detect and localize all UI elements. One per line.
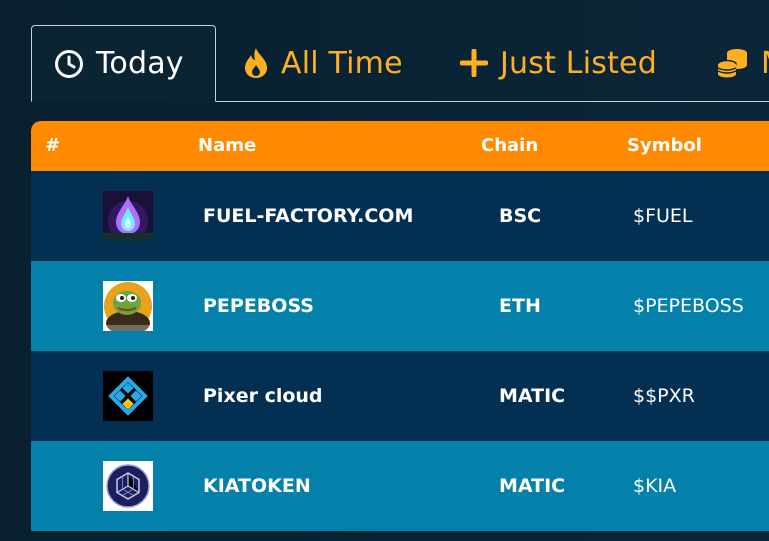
pixer-cloud-logo: [103, 371, 153, 421]
tab-all-time[interactable]: All Time: [243, 25, 403, 101]
flame-icon: [243, 47, 269, 79]
tab-all-time-label: All Time: [281, 45, 403, 81]
token-symbol: $KIA: [633, 475, 677, 497]
header-symbol[interactable]: Symbol: [627, 135, 702, 156]
plus-icon: [460, 49, 488, 77]
table-row[interactable]: Pixer cloud MATIC $$PXR: [31, 351, 769, 441]
token-name[interactable]: PEPEBOSS: [203, 295, 314, 317]
tab-bar: Today All Time Just Listed: [31, 25, 769, 102]
table-row[interactable]: PEPEBOSS ETH $PEPEBOSS: [31, 261, 769, 351]
tab-just-listed[interactable]: Just Listed: [460, 25, 657, 101]
header-rank[interactable]: #: [45, 135, 60, 156]
table-header: # Name Chain Symbol: [31, 121, 769, 171]
pepeboss-logo: [103, 281, 153, 331]
token-chain: ETH: [499, 295, 541, 317]
tab-today-label: Today: [96, 46, 184, 81]
token-table: # Name Chain Symbol FUEL-FACTORY.COM BSC…: [31, 121, 769, 541]
token-name[interactable]: FUEL-FACTORY.COM: [203, 205, 413, 227]
token-name[interactable]: KIATOKEN: [203, 475, 311, 497]
token-name[interactable]: Pixer cloud: [203, 385, 323, 407]
fuel-factory-logo: [103, 191, 153, 241]
tab-more-label: M: [761, 46, 769, 81]
clock-icon: [54, 49, 84, 79]
header-chain[interactable]: Chain: [481, 135, 538, 156]
table-row[interactable]: KIATOKEN MATIC $KIA: [31, 441, 769, 531]
tab-just-listed-label: Just Listed: [500, 45, 657, 81]
header-name[interactable]: Name: [198, 135, 256, 156]
token-chain: BSC: [499, 205, 542, 227]
coins-icon: [717, 47, 749, 79]
token-chain: MATIC: [499, 385, 566, 407]
token-symbol: $$PXR: [633, 385, 695, 407]
tab-more[interactable]: M: [717, 25, 769, 101]
token-symbol: $FUEL: [633, 205, 693, 227]
tab-today[interactable]: Today: [31, 25, 216, 102]
kiatoken-logo: [103, 461, 153, 511]
table-row[interactable]: FUEL-FACTORY.COM BSC $FUEL: [31, 171, 769, 261]
token-symbol: $PEPEBOSS: [633, 295, 744, 317]
token-chain: MATIC: [499, 475, 566, 497]
